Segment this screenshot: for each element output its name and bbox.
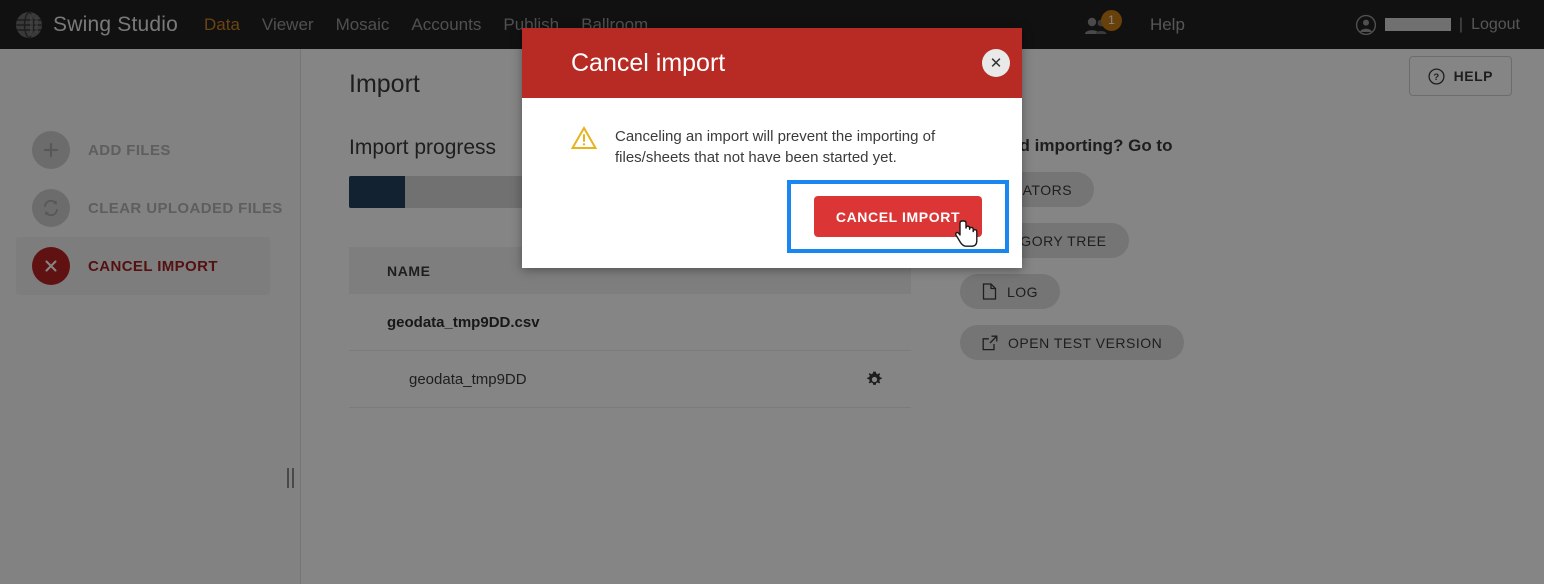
confirm-button-focus-ring: CANCEL IMPORT [787,180,1009,253]
modal-header: Cancel import ✕ [522,28,1022,98]
modal-title: Cancel import [571,48,726,77]
app-root: Swing Studio Data Viewer Mosaic Accounts… [0,0,1544,584]
confirm-cancel-import-button[interactable]: CANCEL IMPORT [813,196,983,237]
close-icon[interactable]: ✕ [982,49,1010,77]
cancel-import-modal: Cancel import ✕ Canceling an import will… [522,28,1022,268]
modal-footer: CANCEL IMPORT [522,172,1022,268]
modal-message: Canceling an import will prevent the imp… [615,128,936,166]
warning-triangle-icon [571,126,597,149]
modal-body: Canceling an import will prevent the imp… [522,98,1022,172]
